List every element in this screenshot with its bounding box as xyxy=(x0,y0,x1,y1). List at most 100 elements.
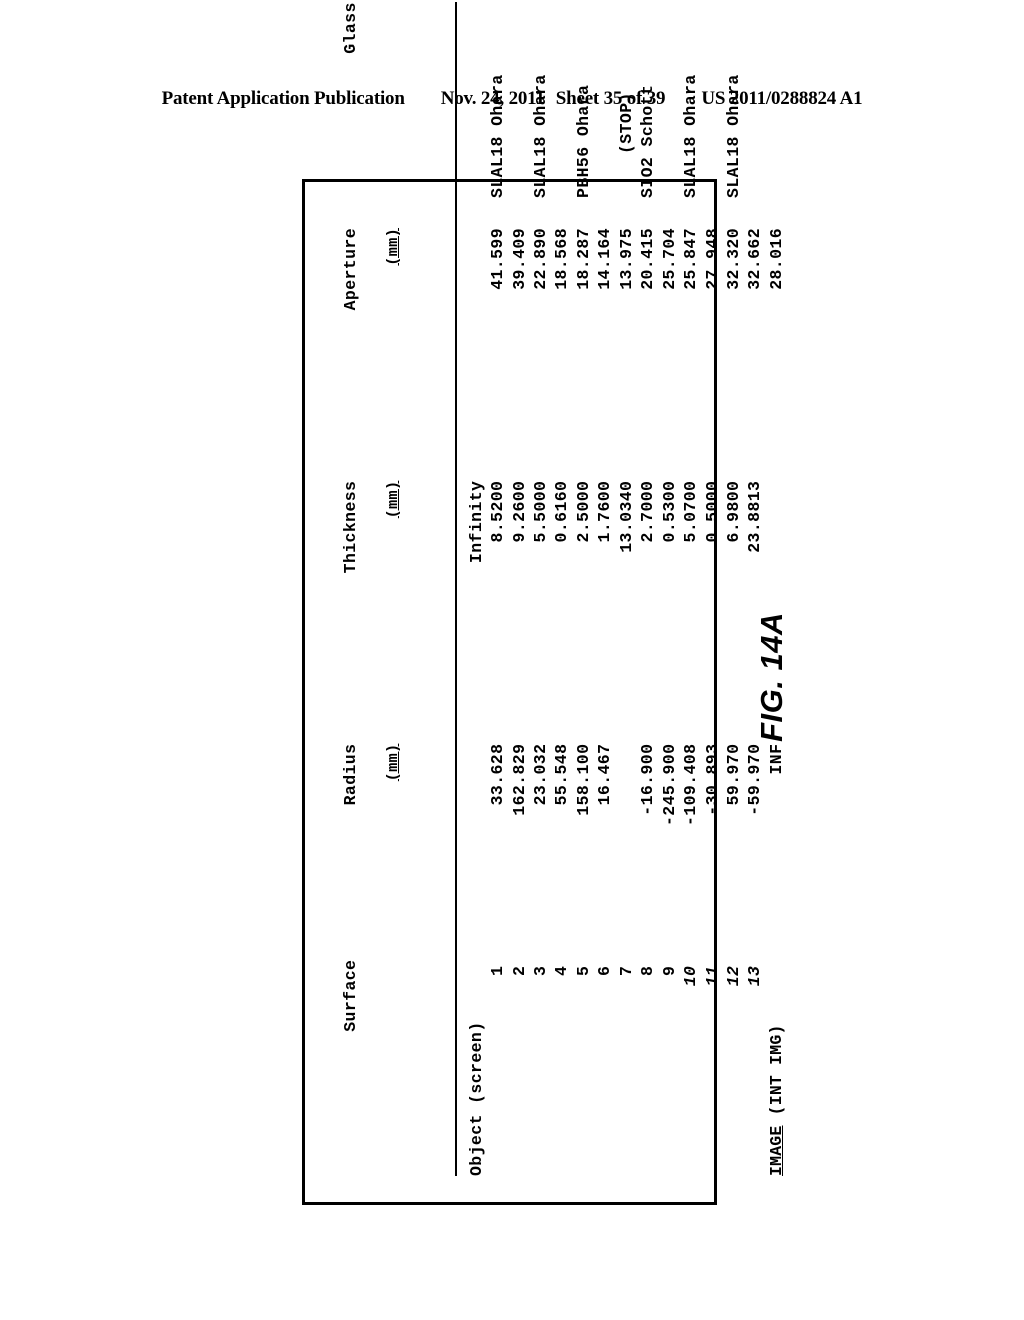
cell-aperture xyxy=(466,198,487,455)
surface-number: 6 xyxy=(595,965,615,976)
cell-surface: IMAGE (INT IMG) xyxy=(766,950,787,1176)
table-row: 12 59.970 6.9800 32.320 SLAL18 Ohara xyxy=(723,2,744,1176)
cell-surface: 9 xyxy=(659,950,680,1176)
cell-glass: SIO2 Schott xyxy=(637,2,658,198)
cell-surface: 5 xyxy=(573,950,594,1176)
cell-aperture: 20.415 xyxy=(638,227,658,290)
table-row: 4 55.548 0.6160 18.568 xyxy=(551,2,572,1176)
cell-radius: -16.900 xyxy=(638,743,658,816)
cell-aperture: 39.409 xyxy=(509,227,529,290)
cell-glass: PBH56 Ohara xyxy=(573,2,594,198)
image-row-label: IMAGE (INT IMG) xyxy=(766,1024,786,1176)
cell-aperture: 25.704 xyxy=(659,227,679,290)
cell-radius: 23.032 xyxy=(531,743,550,806)
cell-radius: 16.467 xyxy=(595,743,615,806)
cell-surface: 1 xyxy=(487,950,508,1176)
cell-glass xyxy=(594,2,615,198)
column-header-thickness: Thickness (mm) xyxy=(319,455,448,718)
column-header-thickness-unit: (mm) xyxy=(385,480,403,519)
cell-radius xyxy=(466,718,487,950)
cell-thickness: 5.0700 xyxy=(681,480,701,543)
cell-glass: (STOP) xyxy=(616,2,637,198)
surface-number: 10 xyxy=(681,965,701,987)
surface-number: 5 xyxy=(573,965,593,976)
table-row: 2 162.829 9.2600 39.409 xyxy=(509,2,530,1176)
table-row: 7 13.0340 13.975 (STOP) xyxy=(616,2,637,1176)
figure-caption: FIG. 14A xyxy=(754,612,789,742)
glass-name: SLAL18 Ohara xyxy=(488,74,508,198)
cell-thickness: 13.0340 xyxy=(616,480,636,553)
cell-surface: 10 xyxy=(680,950,701,1176)
cell-aperture: 18.568 xyxy=(552,227,572,290)
cell-aperture: 28.016 xyxy=(766,227,786,290)
surface-number: 9 xyxy=(659,965,679,976)
surface-number: 3 xyxy=(531,965,550,976)
cell-radius: -245.900 xyxy=(659,743,679,827)
table-row: Object (screen) Infinity xyxy=(466,2,487,1176)
cell-surface: 6 xyxy=(594,950,615,1176)
optical-prescription-table: Surface Radius (mm) Thickness (mm) Apert… xyxy=(319,2,787,1176)
table-row: 1 33.628 8.5200 41.599 SLAL18 Ohara xyxy=(487,2,508,1176)
cell-aperture: 14.164 xyxy=(595,227,615,290)
cell-glass: SLAL18 Ohara xyxy=(530,2,551,198)
cell-radius: -109.408 xyxy=(681,743,701,827)
table-row: 10 -109.408 5.0700 25.847 SLAL18 Ohara xyxy=(680,2,701,1176)
surface-number: 12 xyxy=(723,965,743,987)
cell-aperture: 32.662 xyxy=(745,227,765,290)
column-header-aperture-label: Aperture xyxy=(341,227,361,311)
figure-14a: Surface Radius (mm) Thickness (mm) Apert… xyxy=(0,0,1024,1320)
cell-thickness: 0.6160 xyxy=(552,480,572,543)
cell-surface: 7 xyxy=(616,950,637,1176)
glass-name: PBH56 Ohara xyxy=(573,84,593,198)
cell-surface: 3 xyxy=(530,950,551,1176)
surface-number: 8 xyxy=(638,965,658,976)
cell-thickness: 2.7000 xyxy=(638,480,658,543)
cell-radius: 158.100 xyxy=(573,743,593,816)
surface-number: 7 xyxy=(616,965,636,976)
cell-thickness: 1.7600 xyxy=(595,480,615,543)
cell-radius: 59.970 xyxy=(723,743,743,806)
cell-glass: SLAL18 Ohara xyxy=(680,2,701,198)
cell-aperture: 41.599 xyxy=(488,227,508,290)
cell-aperture: 27.948 xyxy=(702,227,722,290)
cell-glass: SLAL18 Ohara xyxy=(487,2,508,198)
surface-number: 4 xyxy=(552,965,572,976)
table-row: IMAGE (INT IMG) INF 28.016 xyxy=(766,2,787,1176)
cell-radius: -59.970 xyxy=(745,743,765,816)
column-header-glass: Glass xyxy=(319,2,448,198)
table-row: 5 158.100 2.5000 18.287 PBH56 Ohara xyxy=(573,2,594,1176)
glass-name: SIO2 Schott xyxy=(638,84,658,198)
table-header-spacer xyxy=(456,2,466,1176)
cell-aperture: 18.287 xyxy=(573,227,593,290)
glass-name: SLAL18 Ohara xyxy=(723,74,743,198)
cell-surface: 4 xyxy=(551,950,572,1176)
cell-aperture: 32.320 xyxy=(723,227,743,290)
surface-number: 13 xyxy=(745,965,765,987)
cell-surface: Object (screen) xyxy=(466,950,487,1176)
cell-aperture: 25.847 xyxy=(681,227,701,290)
cell-glass xyxy=(659,2,680,198)
cell-surface: 12 xyxy=(723,950,744,1176)
cell-glass xyxy=(509,2,530,198)
cell-radius: 55.548 xyxy=(552,743,572,806)
glass-name: SLAL18 Ohara xyxy=(531,74,550,198)
cell-thickness: 0.5000 xyxy=(702,480,722,543)
cell-glass xyxy=(744,2,765,198)
image-word-underlined: IMAGE xyxy=(766,1125,786,1176)
column-header-glass-label: Glass xyxy=(341,2,361,54)
surface-number: 2 xyxy=(509,965,529,976)
cell-thickness: 0.5300 xyxy=(659,480,679,543)
surface-number: 11 xyxy=(702,965,722,987)
table-row: 13 -59.970 23.8813 32.662 xyxy=(744,2,765,1176)
column-header-radius-label: Radius xyxy=(341,743,361,806)
table-body: Object (screen) Infinity 1 33.628 8.5200 41.5… xyxy=(466,2,788,1176)
table-row: 8 -16.900 2.7000 20.415 SIO2 Schott xyxy=(637,2,658,1176)
column-header-surface-label: Surface xyxy=(341,959,361,1032)
optical-table-rotation-wrapper: Surface Radius (mm) Thickness (mm) Apert… xyxy=(302,2,786,1205)
cell-aperture: 22.890 xyxy=(531,227,550,290)
cell-glass xyxy=(466,2,487,198)
cell-radius: INF xyxy=(766,743,786,775)
cell-radius: 162.829 xyxy=(509,743,529,816)
cell-surface: 2 xyxy=(509,950,530,1176)
cell-thickness: 5.5000 xyxy=(531,480,550,543)
